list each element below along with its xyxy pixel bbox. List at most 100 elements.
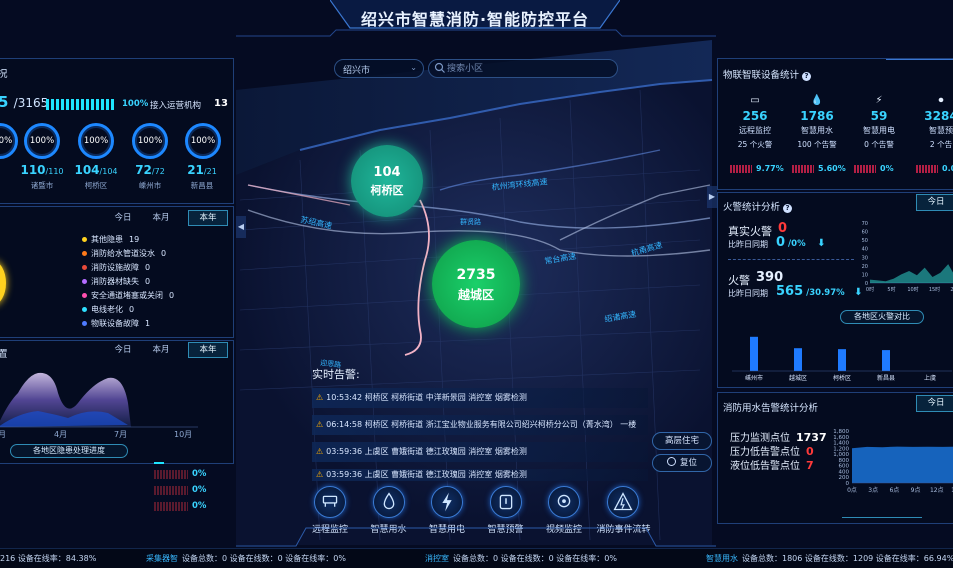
x-tick-label: 柯桥区	[833, 374, 851, 382]
hazard-pie	[0, 261, 6, 305]
y-tick-label: 20	[862, 264, 868, 270]
device-stat[interactable]: 💧 1786 智慧用水 100 个告警	[788, 95, 846, 150]
region-label: 柯桥区	[84, 181, 108, 190]
region-progress-button[interactable]: 各地区隐患处理进度	[10, 444, 128, 458]
tab-today[interactable]: 今日	[916, 194, 953, 211]
panel-title: 况	[0, 69, 8, 80]
panel-bottom-rule	[842, 517, 922, 518]
alert-row[interactable]: ⚠ 06:14:58 柯桥区 柯桥街道 浙江宝业物业服务有限公司绍兴柯桥分公司（菁…	[312, 415, 648, 435]
x-tick-label: 0时	[866, 286, 874, 293]
warning-icon: ⚠	[316, 470, 324, 479]
footer-category: 消控室	[425, 554, 449, 563]
device-count: 1786	[800, 109, 834, 123]
reset-button[interactable]: 复位	[652, 454, 712, 472]
device-icon: ⚡	[875, 95, 883, 106]
footer-stat: 智慧用水 设备总数：1806 设备在线数：1209 设备在线率：66.94%	[706, 549, 953, 568]
device-icon: ▭	[750, 95, 760, 106]
left-collapse-handle[interactable]: ◀	[236, 216, 246, 238]
progress-list: 0% 0% 0%	[154, 462, 224, 516]
rate-value: 0.0	[942, 164, 953, 173]
fire-label: 火警	[728, 274, 750, 287]
cluster-marker-keqiao[interactable]: 104 柯桥区	[351, 145, 423, 217]
alert-text: 10:53:42 柯桥区 柯桥街道 中洋新景园 消控室 烟雾检测	[326, 393, 527, 402]
rate-ring: 100%	[185, 123, 221, 159]
hazard-legend-item: 其他隐患 19	[82, 234, 139, 245]
fire-trend-chart: 0102030405060700时5时10时15时20时	[862, 221, 953, 293]
bar	[838, 349, 846, 371]
warning-icon: ⚠	[316, 393, 324, 402]
device-alarm-rate: 5.60%	[792, 164, 852, 174]
rate-bars	[792, 165, 814, 173]
pressure-area	[852, 446, 953, 483]
legend-dot-icon	[82, 279, 87, 284]
right-collapse-handle[interactable]: ▶	[707, 186, 717, 208]
cluster-count: 2735	[456, 267, 496, 283]
high-rise-button[interactable]: 高层住宅	[652, 432, 712, 450]
x-tick: 7月	[114, 430, 128, 439]
footer-text: 设备总数：1806 设备在线数：1209 设备在线率：66.94%	[742, 554, 953, 563]
rate-bars	[916, 165, 938, 173]
tab-month[interactable]: 本月	[146, 344, 176, 358]
online-rate: 100%	[122, 99, 149, 109]
region-stat: 72/72	[135, 163, 165, 177]
help-icon[interactable]: ?	[802, 72, 812, 81]
tab-today[interactable]: 今日	[916, 395, 953, 412]
y-tick-label: 1,600	[833, 435, 849, 441]
device-stat[interactable]: ⚡ 59 智慧用电 0 个告警	[850, 95, 908, 150]
x-tick: 4月	[54, 430, 68, 439]
region-stat: 21/21	[187, 163, 217, 177]
fire-compare: 565/30.97% ⬇	[776, 284, 863, 299]
y-tick-label: 30	[862, 255, 868, 261]
help-icon[interactable]: ?	[783, 204, 793, 213]
region-fire-compare-button[interactable]: 各地区火警对比	[840, 310, 924, 324]
device-alarm-count: 0 个告警	[864, 140, 894, 149]
rate-ring: 100%	[0, 123, 18, 159]
region-fire-bar-chart: 嵊州市 越城区 柯桥区 新昌县 上虞	[732, 336, 952, 382]
hazard-trend-panel: 置 今日 本月 本年 月 4月 7月 10月 各地区隐患处理进度	[0, 340, 234, 464]
y-tick-label: 1,000	[833, 452, 849, 458]
real-fire-compare-label: 比昨日同期	[728, 240, 768, 249]
divider	[728, 259, 854, 260]
alert-row[interactable]: ⚠ 03:59:36 上虞区 曹娥街道 德江玫瑰园 消控室 烟雾检测	[312, 469, 648, 481]
device-count: 59	[870, 109, 888, 123]
tab-today[interactable]: 今日	[108, 212, 138, 226]
legend-value: 0	[145, 277, 151, 286]
tab-year[interactable]: 本年	[188, 342, 228, 358]
y-tick-label: 60	[862, 230, 868, 236]
tab-today[interactable]: 今日	[108, 344, 138, 358]
x-tick-label: 12点	[930, 486, 944, 494]
fire-trend-area	[870, 264, 953, 283]
legend-label: 电线老化	[91, 305, 123, 314]
device-label: 智慧预	[929, 126, 953, 135]
search-box[interactable]	[428, 59, 618, 78]
progress-bar	[154, 502, 188, 511]
water-stat-row: 液位低告警点位 7	[730, 457, 814, 472]
alert-row[interactable]: ⚠ 03:59:36 上虞区 曹娥街道 德江玫瑰园 消控室 烟雾检测	[312, 442, 648, 462]
footer-stat: 消控室 设备总数：0 设备在线数：0 设备在线率：0%	[425, 549, 617, 568]
device-icon: 💧	[810, 95, 824, 106]
legend-label: 安全通道堵塞或关闭	[91, 291, 163, 300]
device-stat[interactable]: ⏺ 3284 智慧预 2 个告	[912, 95, 953, 150]
search-input[interactable]	[447, 62, 607, 76]
cluster-marker-yuecheng[interactable]: 2735 越城区	[432, 240, 520, 328]
org-label: 接入运营机构	[150, 101, 202, 111]
legend-label: 消防器材缺失	[91, 277, 139, 286]
bar	[794, 348, 802, 371]
device-stats-panel: 物联智联设备统计 ? ▭ 256 远程监控 25 个火警 9.77% 💧 1786 智慧用水 1…	[717, 58, 953, 190]
alert-row[interactable]: ⚠ 10:53:42 柯桥区 柯桥街道 中洋新景园 消控室 烟雾检测	[312, 388, 648, 408]
hazard-legend-item: 消防器材缺失 0	[82, 276, 150, 287]
search-icon	[434, 62, 445, 73]
legend-value: 0	[161, 249, 167, 258]
tab-month[interactable]: 本月	[146, 212, 176, 226]
y-tick-label: 10	[862, 272, 868, 278]
cluster-name: 越城区	[457, 288, 494, 302]
device-label: 智慧用电	[863, 126, 895, 135]
hazard-legend-item: 安全通道堵塞或关闭 0	[82, 290, 174, 301]
city-select[interactable]: 绍兴市 ⌄	[334, 59, 424, 78]
footer-text: 216 设备在线率：84.38%	[0, 554, 97, 563]
y-tick-label: 70	[862, 221, 868, 227]
tab-year[interactable]: 本年	[188, 210, 228, 226]
device-stat[interactable]: ▭ 256 远程监控 25 个火警	[726, 95, 784, 150]
region-stat: 110/110	[20, 163, 64, 177]
legend-value: 19	[129, 235, 140, 244]
